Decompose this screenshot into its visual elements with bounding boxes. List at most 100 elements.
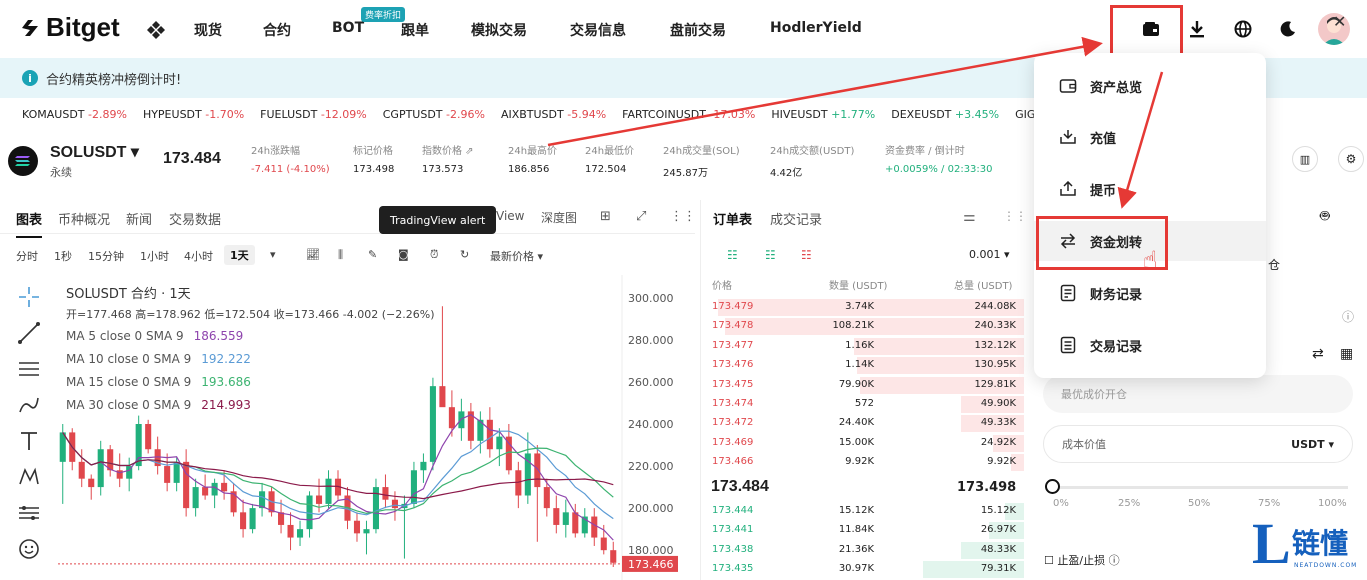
globe-icon[interactable] bbox=[1232, 18, 1254, 40]
nav-spot[interactable]: 现货 bbox=[194, 20, 222, 40]
tab-trade-data[interactable]: 交易数据 bbox=[169, 209, 221, 228]
ask-row[interactable]: 173.476 1.14K 130.95K bbox=[709, 356, 1024, 375]
tpsl-checkbox[interactable]: ☐ 止盈/止损 ⓘ bbox=[1044, 552, 1120, 568]
download-icon[interactable] bbox=[1186, 18, 1208, 40]
price-tick-label: 180.000 bbox=[628, 544, 674, 557]
tab-chart[interactable]: 图表 bbox=[16, 209, 43, 238]
calculator-icon[interactable]: ▦ bbox=[1340, 346, 1353, 362]
chart-title: SOLUSDT 合约 · 1天 bbox=[66, 287, 191, 302]
view-bids-icon[interactable]: ☷ bbox=[765, 248, 776, 262]
row-total: 49.90K bbox=[980, 398, 1016, 409]
interval-1h[interactable]: 1小时 bbox=[140, 248, 169, 264]
info-icon[interactable]: ⓘ bbox=[1342, 308, 1354, 325]
menu-deposit[interactable]: 充值 bbox=[1034, 117, 1266, 157]
symbol-name[interactable]: SOLUSDT ▾ bbox=[50, 142, 139, 162]
compare-icon[interactable]: ⫼ bbox=[338, 248, 343, 262]
tab-tradingview[interactable]: View bbox=[496, 209, 524, 223]
view-asks-icon[interactable]: ☷ bbox=[801, 248, 812, 262]
tab-trades[interactable]: 成交记录 bbox=[770, 209, 822, 228]
watermark-text: 链懂 bbox=[1292, 527, 1349, 560]
ask-row[interactable]: 173.475 79.90K 129.81K bbox=[709, 376, 1024, 395]
ticker-item[interactable]: KOMAUSDT -2.89% bbox=[22, 108, 127, 121]
swap-icon[interactable]: ⇄ bbox=[1312, 346, 1324, 362]
settings-sliders-icon[interactable]: ⚌ bbox=[963, 209, 976, 225]
ask-row[interactable]: 173.466 9.92K 9.92K bbox=[709, 453, 1024, 472]
ticker-item[interactable]: FUELUSDT -12.09% bbox=[260, 108, 367, 121]
tab-depth[interactable]: 深度图 bbox=[541, 209, 577, 226]
drag-handle-icon[interactable]: ⋮⋮ bbox=[670, 209, 696, 224]
ma30-legend: MA 30 close 0 SMA 9 214.993 bbox=[66, 398, 251, 412]
records-icon bbox=[1058, 283, 1078, 303]
wallet-icon[interactable] bbox=[1140, 18, 1162, 40]
calculator-icon[interactable]: ▥ bbox=[1292, 146, 1318, 172]
alarm-icon[interactable]: ⏰︎ bbox=[430, 248, 439, 262]
leverage-slider[interactable] bbox=[1052, 486, 1348, 489]
nav-trade-info[interactable]: 交易信息 bbox=[570, 20, 626, 40]
dark-mode-icon[interactable] bbox=[1277, 18, 1299, 40]
slider-knob[interactable] bbox=[1045, 479, 1060, 494]
candle-body bbox=[600, 537, 607, 551]
refresh-icon[interactable]: ↻ bbox=[460, 248, 469, 261]
menu-asset-overview[interactable]: 资产总览 bbox=[1034, 66, 1266, 106]
row-price: 173.472 bbox=[712, 417, 754, 429]
indicator-icon[interactable]: 📈︎ bbox=[306, 248, 320, 261]
layout-icon[interactable]: ⊞ bbox=[600, 209, 611, 224]
row-qty: 24.40K bbox=[838, 417, 874, 429]
view-both-icon[interactable]: ☷ bbox=[727, 248, 738, 262]
ask-row[interactable]: 173.479 3.74K 244.08K bbox=[709, 298, 1024, 317]
interval-1s[interactable]: 1秒 bbox=[54, 248, 72, 264]
menu-trade-records[interactable]: 交易记录 bbox=[1034, 325, 1266, 365]
menu-financial-records[interactable]: 财务记录 bbox=[1034, 273, 1266, 313]
notice-text[interactable]: 合约精英榜冲榜倒计时! bbox=[46, 69, 181, 88]
ask-row[interactable]: 173.472 24.40K 49.33K bbox=[709, 414, 1024, 433]
pencil-icon[interactable]: ✎ bbox=[368, 248, 377, 261]
ask-row[interactable]: 173.469 15.00K 24.92K bbox=[709, 434, 1024, 453]
nav-premarket[interactable]: 盘前交易 bbox=[670, 20, 726, 40]
ticker-item[interactable]: HYPEUSDT -1.70% bbox=[143, 108, 244, 121]
ticker-item[interactable]: DEXEUSDT +3.45% bbox=[891, 108, 999, 121]
interval-dropdown-icon[interactable]: ▾ bbox=[270, 248, 276, 261]
col-total: 总量 (USDT) bbox=[954, 281, 1013, 292]
fullscreen-icon[interactable]: ⤢ bbox=[636, 209, 646, 224]
interval-1d[interactable]: 1天 bbox=[224, 245, 255, 265]
ticker-item[interactable]: FARTCOINUSDT -17.03% bbox=[622, 108, 755, 121]
tab-coin-overview[interactable]: 币种概况 bbox=[58, 209, 110, 228]
ask-row[interactable]: 173.477 1.16K 132.12K bbox=[709, 337, 1024, 356]
candlestick-chart[interactable]: 300.000 280.000 260.000 240.000 220.000 200.0… bbox=[0, 275, 695, 580]
ticker-item[interactable]: AIXBTUSDT -5.94% bbox=[501, 108, 606, 121]
mid-mark-price: 173.498 bbox=[957, 480, 1017, 495]
price-input[interactable]: 最优成价开仓 bbox=[1043, 375, 1353, 413]
tab-news[interactable]: 新闻 bbox=[126, 209, 152, 228]
interval-line[interactable]: 分时 bbox=[16, 248, 38, 264]
price-type-select[interactable]: 最新价格 ▾ bbox=[490, 248, 543, 264]
bid-row[interactable]: 173.444 15.12K 15.12K bbox=[709, 502, 1024, 521]
bitget-logo[interactable]: Bitget bbox=[18, 12, 120, 43]
tick-size-select[interactable]: 0.001 ▾ bbox=[969, 248, 1010, 261]
nav-copy-trade[interactable]: 跟单 bbox=[401, 20, 429, 40]
menu-withdraw[interactable]: 提币 bbox=[1034, 169, 1266, 209]
bid-row[interactable]: 173.435 30.97K 79.31K bbox=[709, 560, 1024, 579]
camera-icon[interactable]: ◙ bbox=[398, 248, 409, 261]
tab-order-book[interactable]: 订单表 bbox=[713, 209, 752, 228]
nav-demo-trading[interactable]: 模拟交易 bbox=[471, 20, 527, 40]
row-total: 15.12K bbox=[980, 505, 1016, 516]
ask-row[interactable]: 173.474 572 49.90K bbox=[709, 395, 1024, 414]
bid-row[interactable]: 173.441 11.84K 26.97K bbox=[709, 521, 1024, 540]
interval-4h[interactable]: 4小时 bbox=[184, 248, 213, 264]
candle-body bbox=[448, 407, 455, 429]
apps-grid-icon[interactable] bbox=[146, 20, 166, 40]
candle-body bbox=[420, 461, 427, 471]
ask-row[interactable]: 173.478 108.21K 240.33K bbox=[709, 317, 1024, 336]
ticker-item[interactable]: CGPTUSDT -2.96% bbox=[383, 108, 485, 121]
drag-handle-icon[interactable]: ⋮⋮ bbox=[1003, 209, 1027, 223]
close-icon[interactable]: ✕ bbox=[1333, 12, 1346, 31]
nav-futures[interactable]: 合约 bbox=[263, 20, 291, 40]
nav-hodleryield[interactable]: HodlerYield bbox=[770, 20, 862, 36]
nav-bot[interactable]: BOT bbox=[332, 20, 364, 36]
ticker-item[interactable]: HIVEUSDT +1.77% bbox=[771, 108, 875, 121]
robot-icon[interactable]: 🤖︎ bbox=[1320, 206, 1330, 228]
bid-row[interactable]: 173.438 21.36K 48.33K bbox=[709, 541, 1024, 560]
settings-gear-icon[interactable]: ⚙ bbox=[1338, 146, 1364, 172]
interval-15m[interactable]: 15分钟 bbox=[88, 248, 124, 264]
cost-input[interactable]: 成本价值 USDT ▾ bbox=[1043, 425, 1353, 463]
